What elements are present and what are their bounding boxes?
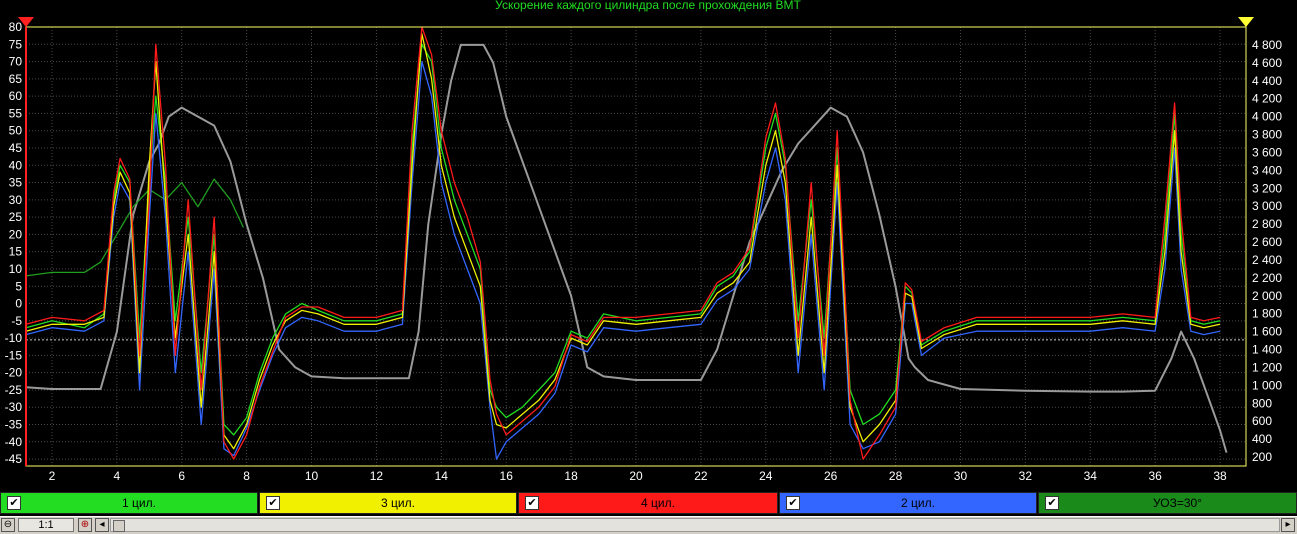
y-right-tick-label: 2 200: [1252, 271, 1282, 285]
y-left-tick-label: 45: [9, 141, 23, 155]
legend-item-cyl2[interactable]: ✔ 2 цил.: [779, 492, 1037, 514]
y-right-tick-label: 3 800: [1252, 128, 1282, 142]
legend-item-cyl4[interactable]: ✔ 4 цил.: [518, 492, 778, 514]
y-right-tick-label: 800: [1252, 396, 1272, 410]
y-right-tick-label: 4 000: [1252, 110, 1282, 124]
y-left-tick-label: 30: [9, 193, 23, 207]
chart-background: [0, 0, 1297, 490]
x-tick-label: 24: [759, 469, 773, 483]
y-left-tick-label: 65: [9, 72, 23, 86]
legend-item-cyl3[interactable]: ✔ 3 цил.: [259, 492, 517, 514]
x-tick-label: 14: [435, 469, 449, 483]
legend-checkbox[interactable]: ✔: [786, 496, 800, 510]
chart[interactable]: Ускорение каждого цилиндра после прохожд…: [0, 0, 1297, 490]
legend-checkbox[interactable]: ✔: [7, 496, 21, 510]
y-right-tick-label: 1 800: [1252, 307, 1282, 321]
y-left-tick-label: 20: [9, 227, 23, 241]
y-left-tick-label: 50: [9, 124, 23, 138]
y-right-tick-label: 4 400: [1252, 74, 1282, 88]
zoom-out-icon[interactable]: ⊖: [1, 518, 15, 532]
x-tick-label: 6: [178, 469, 185, 483]
scrollbar-thumb[interactable]: [113, 520, 125, 532]
y-left-tick-label: 80: [9, 20, 23, 34]
y-right-tick-label: 3 400: [1252, 163, 1282, 177]
y-left-tick-label: -25: [5, 383, 23, 397]
scroll-left-icon[interactable]: ◂: [95, 518, 109, 532]
y-left-tick-label: 40: [9, 158, 23, 172]
y-right-tick-label: 2 400: [1252, 253, 1282, 267]
y-right-tick-label: 4 200: [1252, 92, 1282, 106]
y-right-tick-label: 2 800: [1252, 217, 1282, 231]
y-left-tick-label: -5: [11, 314, 22, 328]
y-left-tick-label: 55: [9, 106, 23, 120]
legend-label: УОЗ=30°: [1153, 496, 1202, 510]
legend-item-cyl1[interactable]: ✔ 1 цил.: [0, 492, 258, 514]
x-tick-label: 32: [1019, 469, 1033, 483]
y-left-tick-label: 25: [9, 210, 23, 224]
legend-label: 1 цил.: [122, 496, 156, 510]
y-right-tick-label: 200: [1252, 450, 1272, 464]
y-left-tick-label: 10: [9, 262, 23, 276]
x-tick-label: 18: [564, 469, 578, 483]
legend-bar: ✔ 1 цил. ✔ 3 цил. ✔ 4 цил. ✔ 2 цил. ✔ УО…: [0, 492, 1297, 516]
x-tick-label: 10: [305, 469, 319, 483]
zoom-level: 1:1: [18, 518, 74, 532]
y-right-tick-label: 1 600: [1252, 325, 1282, 339]
x-tick-label: 8: [243, 469, 250, 483]
x-tick-label: 26: [824, 469, 838, 483]
y-right-tick-label: 2 600: [1252, 235, 1282, 249]
chart-title: Ускорение каждого цилиндра после прохожд…: [495, 0, 801, 12]
y-right-tick-label: 4 800: [1252, 38, 1282, 52]
y-left-tick-label: -20: [5, 366, 23, 380]
y-left-tick-label: 75: [9, 37, 23, 51]
y-right-tick-label: 1 200: [1252, 360, 1282, 374]
y-left-tick-label: -45: [5, 452, 23, 466]
x-tick-label: 34: [1084, 469, 1098, 483]
x-tick-label: 30: [954, 469, 968, 483]
y-left-tick-label: 0: [15, 297, 22, 311]
y-left-tick-label: -40: [5, 435, 23, 449]
y-right-tick-label: 2 000: [1252, 289, 1282, 303]
y-left-tick-label: -10: [5, 331, 23, 345]
x-tick-label: 12: [370, 469, 384, 483]
x-tick-label: 4: [114, 469, 121, 483]
y-left-tick-label: 60: [9, 89, 23, 103]
y-right-tick-label: 600: [1252, 414, 1272, 428]
y-right-tick-label: 4 600: [1252, 56, 1282, 70]
x-tick-label: 36: [1148, 469, 1162, 483]
y-left-tick-label: 5: [15, 279, 22, 293]
legend-label: 3 цил.: [381, 496, 415, 510]
y-right-tick-label: 400: [1252, 432, 1272, 446]
y-left-tick-label: -30: [5, 400, 23, 414]
y-right-tick-label: 1 400: [1252, 343, 1282, 357]
x-tick-label: 22: [694, 469, 708, 483]
legend-label: 2 цил.: [901, 496, 935, 510]
legend-checkbox[interactable]: ✔: [266, 496, 280, 510]
status-bar: ⊖ 1:1 ⊕ ◂ ▸: [0, 516, 1297, 534]
x-tick-label: 28: [889, 469, 903, 483]
x-tick-label: 16: [500, 469, 514, 483]
y-left-tick-label: 70: [9, 55, 23, 69]
y-right-tick-label: 3 000: [1252, 199, 1282, 213]
y-right-tick-label: 1 000: [1252, 378, 1282, 392]
y-left-tick-label: 15: [9, 245, 23, 259]
x-tick-label: 20: [629, 469, 643, 483]
legend-checkbox[interactable]: ✔: [1045, 496, 1059, 510]
scroll-right-icon[interactable]: ▸: [1281, 518, 1295, 532]
y-left-tick-label: -35: [5, 418, 23, 432]
y-right-tick-label: 3 600: [1252, 145, 1282, 159]
zoom-in-icon[interactable]: ⊕: [78, 518, 92, 532]
x-tick-label: 38: [1213, 469, 1227, 483]
legend-item-uoz[interactable]: ✔ УОЗ=30°: [1038, 492, 1297, 514]
legend-checkbox[interactable]: ✔: [525, 496, 539, 510]
legend-label: 4 цил.: [641, 496, 675, 510]
horizontal-scrollbar[interactable]: [110, 518, 1280, 532]
y-left-tick-label: 35: [9, 176, 23, 190]
y-left-tick-label: -15: [5, 348, 23, 362]
x-tick-label: 2: [49, 469, 56, 483]
y-right-tick-label: 3 200: [1252, 181, 1282, 195]
